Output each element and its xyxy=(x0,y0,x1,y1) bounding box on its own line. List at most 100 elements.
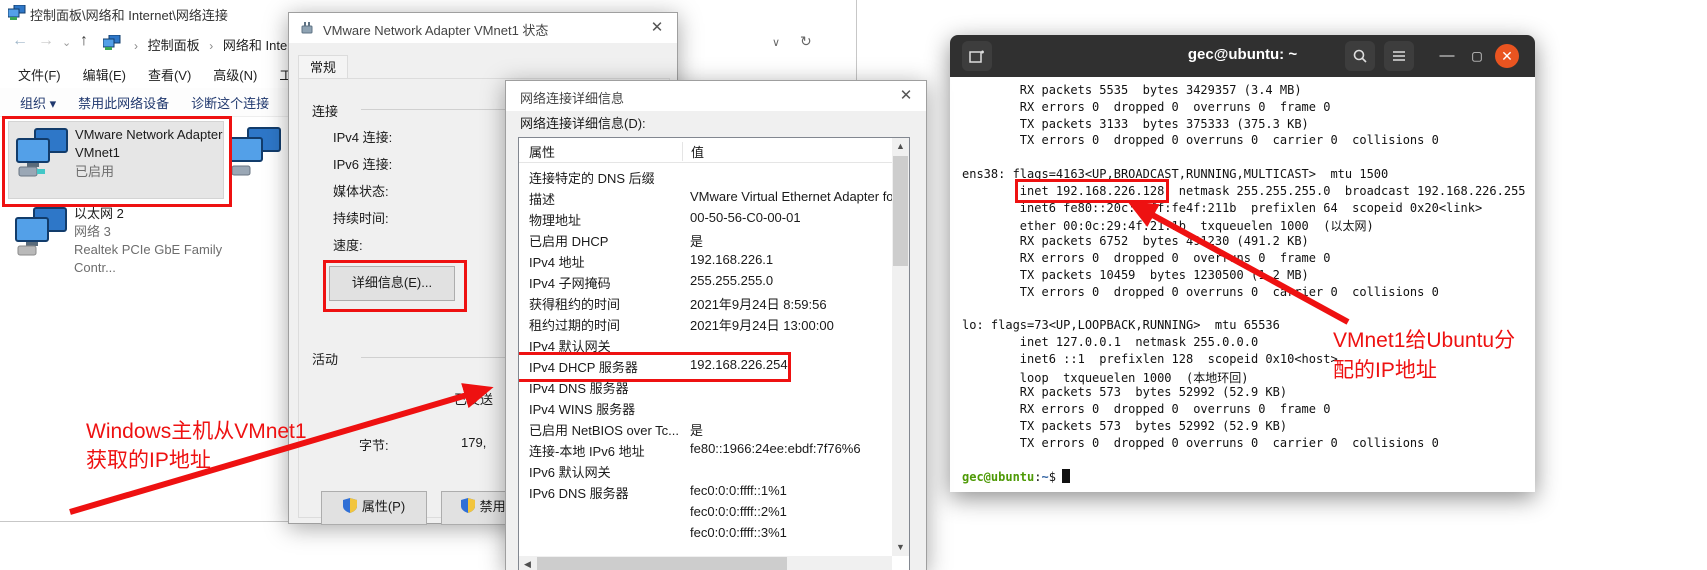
back-icon[interactable]: ← xyxy=(12,32,28,50)
column-value: 值 xyxy=(682,142,892,161)
details-row[interactable]: IPv4 DHCP 服务器 192.168.226.254 xyxy=(519,355,892,376)
terminal-line xyxy=(962,301,1535,318)
details-row[interactable]: IPv6 DNS 服务器fec0:0:0:ffff::1%1 xyxy=(519,481,892,502)
up-icon[interactable]: ↑ xyxy=(80,32,88,50)
terminal-line: TX errors 0 dropped 0 overruns 0 carrier… xyxy=(962,133,1535,150)
details-row[interactable]: 连接-本地 IPv6 地址fe80::1966:24ee:ebdf:7f76%6 xyxy=(519,439,892,460)
minimize-button[interactable]: — xyxy=(1432,41,1462,71)
menu-item[interactable]: 查看(V) xyxy=(144,60,195,89)
menu-item[interactable]: 编辑(E) xyxy=(79,60,130,89)
terminal-line: TX packets 3133 bytes 375333 (375.3 KB) xyxy=(962,117,1535,134)
terminal-line: ens38: flags=4163<UP,BROADCAST,RUNNING,M… xyxy=(962,167,1535,184)
terminal-line: RX errors 0 dropped 0 overruns 0 frame 0 xyxy=(962,100,1535,117)
details-property: 描述 xyxy=(529,189,555,208)
details-property: IPv4 DNS 服务器 xyxy=(529,378,629,397)
terminal-line: TX errors 0 dropped 0 overruns 0 carrier… xyxy=(962,285,1535,302)
scroll-down-icon[interactable]: ▼ xyxy=(892,539,909,556)
terminal-output: RX packets 5535 bytes 3429357 (3.4 MB) R… xyxy=(962,83,1535,486)
forward-icon[interactable]: → xyxy=(38,32,54,50)
network-details-dialog: 网络连接详细信息 ✕ 网络连接详细信息(D): 属性 值 连接特定的 DNS 后… xyxy=(505,80,927,570)
history-chevron-icon[interactable]: ⌄ xyxy=(62,36,71,49)
scrollbar-thumb[interactable] xyxy=(893,156,908,266)
properties-button-label: 属性(P) xyxy=(362,499,405,514)
details-list: 属性 值 连接特定的 DNS 后缀描述VMware Virtual Ethern… xyxy=(518,137,910,570)
adapter-plug-icon xyxy=(299,20,315,36)
details-property: 连接-本地 IPv6 地址 xyxy=(529,441,645,460)
details-row[interactable]: 已启用 DHCP是 xyxy=(519,229,892,250)
terminal-prompt: gec@ubuntu:~$ xyxy=(962,469,1535,486)
details-value: 192.168.226.254 xyxy=(690,357,892,372)
prompt-symbol: $ xyxy=(1049,470,1056,484)
details-list-label: 网络连接详细信息(D): xyxy=(520,113,646,132)
section-activity-label: 活动 xyxy=(312,349,338,368)
toolbar-item[interactable]: 组织 ▾ xyxy=(18,88,58,117)
menu-button[interactable] xyxy=(1384,41,1414,71)
terminal-line xyxy=(962,453,1535,470)
toolbar-item[interactable]: 诊断这个连接 xyxy=(189,88,271,117)
close-icon: ✕ xyxy=(1501,48,1513,64)
details-property: IPv6 默认网关 xyxy=(529,462,611,481)
details-row[interactable]: fec0:0:0:ffff::2%1 xyxy=(519,502,892,523)
details-row[interactable]: IPv4 WINS 服务器 xyxy=(519,397,892,418)
details-row[interactable]: 已启用 NetBIOS over Tc...是 xyxy=(519,418,892,439)
annotation-text-right: VMnet1给Ubuntu分 配的IP地址 xyxy=(1333,326,1515,386)
horizontal-scrollbar[interactable]: ◀ xyxy=(519,556,892,570)
details-value: 是 xyxy=(690,231,892,250)
details-row[interactable]: IPv4 地址192.168.226.1 xyxy=(519,250,892,271)
terminal-line: inet6 fe80::20c:29ff:fe4f:211b prefixlen… xyxy=(962,201,1535,218)
terminal-line: TX errors 0 dropped 0 overruns 0 carrier… xyxy=(962,436,1535,453)
toolbar-item[interactable]: 禁用此网络设备 xyxy=(76,88,171,117)
menu-item[interactable]: 高级(N) xyxy=(209,60,261,89)
terminal-line: inet 192.168.226.128 netmask 255.255.255… xyxy=(962,184,1535,201)
properties-button[interactable]: 属性(P) xyxy=(321,491,427,525)
details-row[interactable]: IPv4 DNS 服务器 xyxy=(519,376,892,397)
refresh-icon[interactable]: ↻ xyxy=(800,33,812,50)
row-speed: 速度: xyxy=(333,235,363,254)
terminal-line xyxy=(962,150,1535,167)
annotation-line: 获取的IP地址 xyxy=(86,446,307,475)
details-row[interactable]: 获得租约的时间 2021年9月24日 8:59:56 xyxy=(519,292,892,313)
scroll-left-icon[interactable]: ◀ xyxy=(519,556,536,570)
details-property: 获得租约的时间 xyxy=(529,294,620,313)
details-row[interactable]: IPv4 子网掩码255.255.255.0 xyxy=(519,271,892,292)
details-property: IPv4 DHCP 服务器 xyxy=(529,357,638,376)
adapter-item-ethernet2[interactable]: 以太网 2 网络 3 Realtek PCIe GbE Family Contr… xyxy=(8,203,222,279)
dialog-title: VMware Network Adapter VMnet1 状态 xyxy=(323,20,548,39)
adapter-name: 以太网 2 xyxy=(74,205,222,223)
maximize-button[interactable]: ▢ xyxy=(1462,41,1492,71)
annotation-line: Windows主机从VMnet1 xyxy=(86,417,307,446)
annotation-line: 配的IP地址 xyxy=(1333,356,1515,386)
menu-item[interactable]: 文件(F) xyxy=(14,60,65,89)
scroll-up-icon[interactable]: ▲ xyxy=(892,138,909,155)
row-ipv4-connectivity: IPv4 连接: xyxy=(333,127,392,146)
address-dropdown-icon[interactable]: ∨ xyxy=(772,36,780,49)
details-row[interactable]: 租约过期的时间2021年9月24日 13:00:00 xyxy=(519,313,892,334)
details-property: IPv4 子网掩码 xyxy=(529,273,611,292)
details-rows: 连接特定的 DNS 后缀描述VMware Virtual Ethernet Ad… xyxy=(519,166,892,556)
annotation-box-details-button xyxy=(323,260,467,312)
details-row[interactable]: 连接特定的 DNS 后缀 xyxy=(519,166,892,187)
scrollbar-thumb[interactable] xyxy=(537,557,787,570)
details-row[interactable]: IPv6 默认网关 xyxy=(519,460,892,481)
search-button[interactable] xyxy=(1345,41,1375,71)
tab-general[interactable]: 常规 xyxy=(298,55,348,80)
section-connection-label: 连接 xyxy=(312,101,338,120)
terminal-line: RX packets 6752 bytes 491230 (491.2 KB) xyxy=(962,234,1535,251)
details-row[interactable]: fec0:0:0:ffff::3%1 xyxy=(519,523,892,544)
close-icon[interactable]: ✕ xyxy=(894,85,918,107)
breadcrumb-control-panel[interactable]: 控制面板 xyxy=(148,38,200,53)
details-property: 已启用 NetBIOS over Tc... xyxy=(529,420,679,439)
window-title: 控制面板\网络和 Internet\网络连接 xyxy=(30,5,228,24)
network-adapter-icon xyxy=(228,127,282,177)
close-icon[interactable]: ✕ xyxy=(645,17,669,39)
adapter-device: Realtek PCIe GbE Family Contr... xyxy=(74,241,234,277)
details-value: 2021年9月24日 8:59:56 xyxy=(690,294,892,313)
vertical-scrollbar[interactable]: ▲ ▼ xyxy=(892,138,909,556)
details-property: 连接特定的 DNS 后缀 xyxy=(529,168,655,187)
details-row[interactable]: 描述VMware Virtual Ethernet Adapter for xyxy=(519,187,892,208)
close-button[interactable]: ✕ xyxy=(1495,44,1519,68)
bytes-label: 字节: xyxy=(359,435,389,454)
terminal-line: ether 00:0c:29:4f:21:1b txqueuelen 1000 … xyxy=(962,217,1535,234)
details-row[interactable]: 物理地址00-50-56-C0-00-01 xyxy=(519,208,892,229)
terminal-body[interactable]: RX packets 5535 bytes 3429357 (3.4 MB) R… xyxy=(950,77,1535,492)
